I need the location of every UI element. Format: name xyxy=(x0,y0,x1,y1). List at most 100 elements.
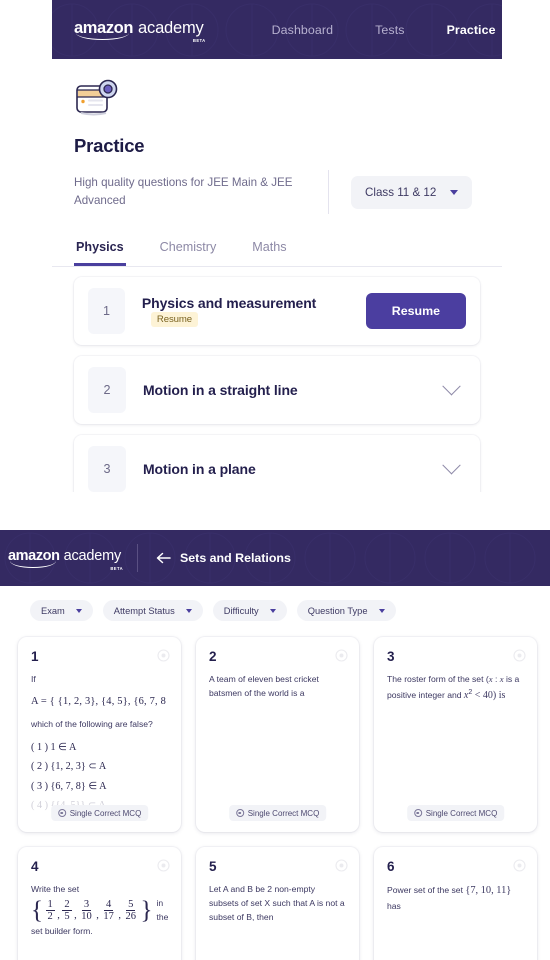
brand-academy-text: academy BETA xyxy=(138,18,206,44)
question-text: If A = { {1, 2, 3}, {4, 5}, {6, 7, 8 whi… xyxy=(31,673,168,815)
fraction-denominator: 5 xyxy=(64,911,70,923)
tab-chemistry[interactable]: Chemistry xyxy=(158,232,219,266)
separator: , xyxy=(96,909,99,921)
chapter-number: 1 xyxy=(88,288,125,334)
q3-part2: : xyxy=(492,674,500,684)
status-badge-label: Single Correct MCQ xyxy=(247,808,320,818)
q6-part1: Power set of the set xyxy=(387,885,466,895)
tab-physics[interactable]: Physics xyxy=(74,232,126,266)
arrow-left-icon[interactable] xyxy=(156,552,171,564)
status-badge: Single Correct MCQ xyxy=(228,805,327,821)
subject-tabs: Physics Chemistry Maths xyxy=(52,232,502,267)
question-navbar: amazon academy BETA Sets and Relations xyxy=(0,530,550,586)
brand-logo[interactable]: amazon academy BETA xyxy=(74,18,206,44)
bookmark-icon[interactable] xyxy=(513,859,526,872)
chevron-down-icon[interactable] xyxy=(442,455,461,474)
question-card[interactable]: 5 Let A and B be 2 non-empty subsets of … xyxy=(196,847,359,960)
question-card[interactable]: 4 Write the set { 1 2 , 2 5 , 3 10 , 4 1… xyxy=(18,847,181,960)
filter-exam[interactable]: Exam xyxy=(30,600,93,621)
nav-link-dashboard[interactable]: Dashboard xyxy=(272,23,334,37)
brand-academy-word: academy xyxy=(63,548,122,565)
filter-attempt-status-label: Attempt Status xyxy=(113,605,175,616)
fraction-3: 3 10 xyxy=(79,899,94,922)
question-prompt: which of the following are false? xyxy=(31,718,153,729)
q6-math: {7, 10, 11} xyxy=(465,885,512,896)
bookmark-icon[interactable] xyxy=(513,649,526,662)
filter-attempt-status[interactable]: Attempt Status xyxy=(102,600,203,621)
class-select-dropdown[interactable]: Class 11 & 12 xyxy=(351,175,473,209)
class-select-value: Class 11 & 12 xyxy=(365,185,437,199)
status-badge: Single Correct MCQ xyxy=(406,805,505,821)
chapter-title-text: Physics and measurement xyxy=(141,295,317,311)
brand-academy-text: academy BETA xyxy=(63,548,123,570)
q6-part2: has xyxy=(387,900,401,911)
question-grid: 1 If A = { {1, 2, 3}, {4, 5}, {6, 7, 8 w… xyxy=(0,621,550,960)
question-card[interactable]: 3 The roster form of the set (x : x is a… xyxy=(374,637,537,832)
brand-amazon-text: amazon xyxy=(74,20,133,40)
brand-beta-tag: BETA xyxy=(192,38,206,44)
question-math: A = { {1, 2, 3}, {4, 5}, {6, 7, 8 xyxy=(31,695,167,707)
fraction-denominator: 26 xyxy=(125,911,137,923)
filter-bar: Exam Attempt Status Difficulty Question … xyxy=(0,586,550,621)
fraction-numerator: 5 xyxy=(126,899,136,912)
chevron-down-icon[interactable] xyxy=(442,376,461,395)
tab-maths[interactable]: Maths xyxy=(250,232,288,266)
practice-subtitle-row: High quality questions for JEE Main & JE… xyxy=(74,170,480,214)
fraction-numerator: 1 xyxy=(45,899,55,912)
question-text: Let A and B be 2 non-empty subsets of se… xyxy=(209,884,345,922)
radio-icon xyxy=(57,809,66,817)
filter-difficulty[interactable]: Difficulty xyxy=(212,600,287,621)
brand-academy-word: academy xyxy=(138,18,204,37)
filter-question-type-label: Question Type xyxy=(307,605,368,616)
nav-link-practice[interactable]: Practice xyxy=(447,23,496,37)
chapter-title: Motion in a straight line xyxy=(143,382,298,398)
main-nav-links: Dashboard Tests Practice xyxy=(272,23,496,37)
question-card[interactable]: 6 Power set of the set {7, 10, 11} has xyxy=(374,847,537,960)
radio-icon xyxy=(235,809,244,817)
left-brace: { xyxy=(31,897,43,925)
brand-logo[interactable]: amazon academy BETA xyxy=(8,548,123,570)
question-number: 5 xyxy=(209,859,217,874)
bookmark-icon[interactable] xyxy=(157,649,170,662)
status-badge-label: Single Correct MCQ xyxy=(425,808,498,818)
page-subtitle: High quality questions for JEE Main & JE… xyxy=(74,176,293,207)
chapter-row-1[interactable]: 1 Physics and measurementResume Resume xyxy=(74,277,480,345)
chevron-down-icon xyxy=(450,189,459,195)
bookmark-icon[interactable] xyxy=(335,649,348,662)
resume-button[interactable]: Resume xyxy=(365,293,466,329)
chevron-down-icon xyxy=(269,608,276,613)
chapter-row-3[interactable]: 3 Motion in a plane xyxy=(74,435,480,492)
fraction-denominator: 10 xyxy=(81,911,92,923)
chapter-number: 3 xyxy=(88,446,126,492)
radio-icon xyxy=(413,809,422,817)
vertical-divider xyxy=(328,170,329,214)
filter-difficulty-label: Difficulty xyxy=(223,605,259,616)
separator: , xyxy=(118,909,121,921)
question-text: Write the set { 1 2 , 2 5 , 3 10 , 4 17 … xyxy=(31,883,168,939)
filter-exam-label: Exam xyxy=(41,605,65,616)
practice-header: Practice High quality questions for JEE … xyxy=(52,59,502,214)
bookmark-icon[interactable] xyxy=(335,859,348,872)
chapter-row-2[interactable]: 2 Motion in a straight line xyxy=(74,356,480,424)
app-screen: amazon academy BETA Dashboard Tests Prac… xyxy=(0,0,550,960)
navbar-divider xyxy=(137,544,139,572)
bookmark-icon[interactable] xyxy=(157,859,170,872)
nav-link-tests[interactable]: Tests xyxy=(375,23,404,37)
chapter-list: 1 Physics and measurementResume Resume 2… xyxy=(52,267,502,492)
top-navbar: amazon academy BETA Dashboard Tests Prac… xyxy=(52,0,502,59)
chapter-title: Motion in a plane xyxy=(143,461,256,477)
fraction-5: 5 26 xyxy=(124,899,139,922)
question-number: 1 xyxy=(31,649,39,664)
chevron-down-icon xyxy=(75,608,82,613)
separator: , xyxy=(74,909,77,921)
status-badge-label: Single Correct MCQ xyxy=(69,808,142,818)
q3-part4: < 40) is xyxy=(472,689,506,701)
question-card[interactable]: 2 A team of eleven best cricket batsmen … xyxy=(196,637,359,832)
fraction-numerator: 4 xyxy=(104,899,114,912)
question-card[interactable]: 1 If A = { {1, 2, 3}, {4, 5}, {6, 7, 8 w… xyxy=(18,637,181,832)
question-text: Power set of the set {7, 10, 11} has xyxy=(387,883,524,914)
filter-question-type[interactable]: Question Type xyxy=(296,600,396,621)
status-badge: Single Correct MCQ xyxy=(50,805,149,821)
fraction-denominator: 17 xyxy=(103,911,114,923)
question-option: ( 1 ) 1 ∈ A xyxy=(31,741,77,753)
